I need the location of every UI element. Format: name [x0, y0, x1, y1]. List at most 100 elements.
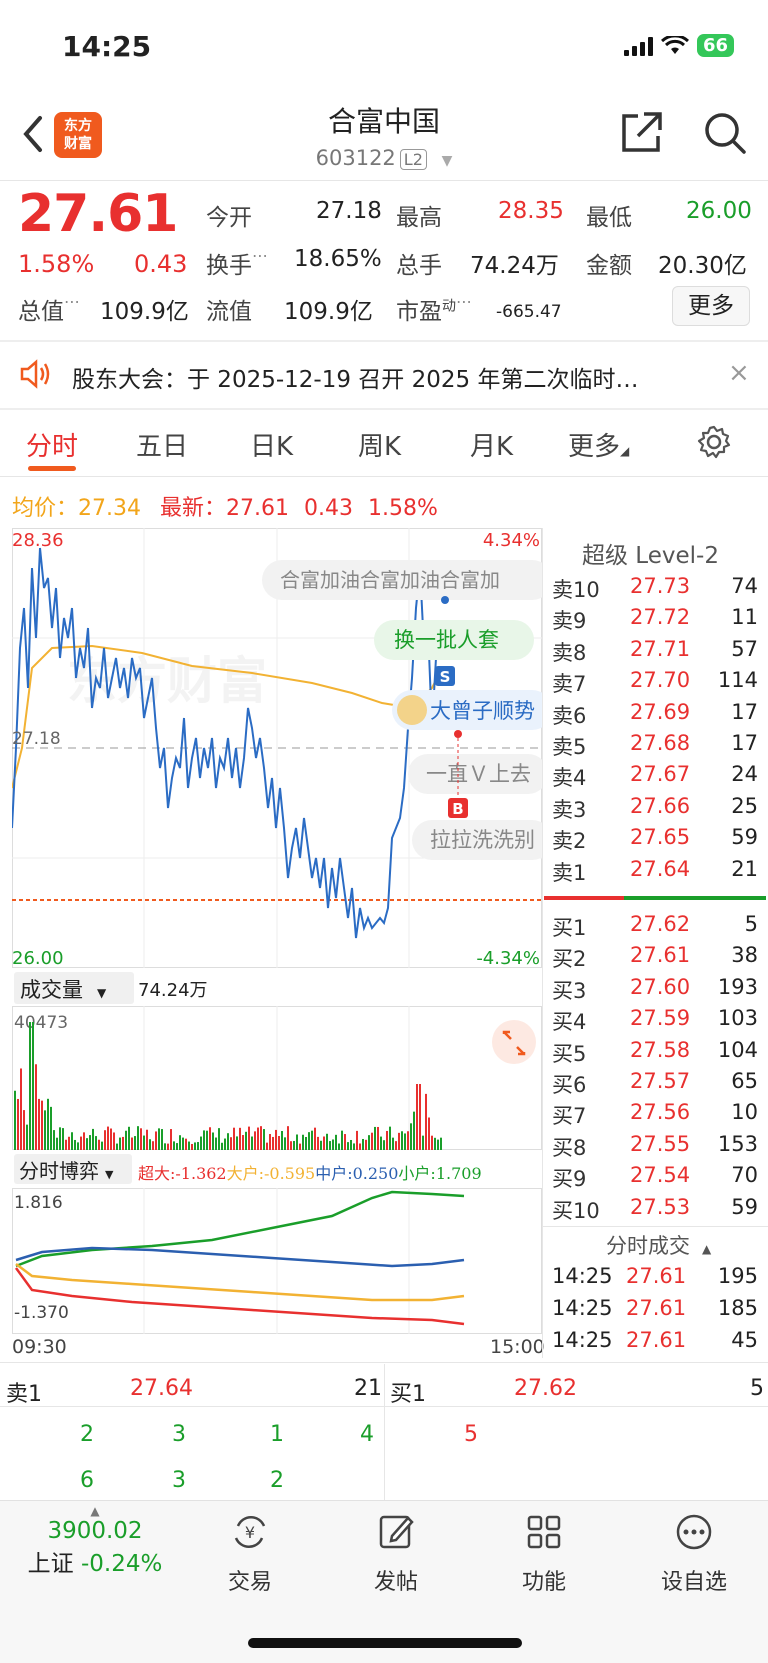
notice-text[interactable]: 股东大会：于 2025-12-19 召开 2025 年第二次临时…	[72, 360, 692, 394]
comment-bubble[interactable]: 拉拉洗洗别	[412, 820, 542, 860]
flow-indicator-select[interactable]: 分时博弈 ▼	[14, 1154, 132, 1184]
wifi-icon	[660, 35, 689, 54]
bid-level-price[interactable]: 27.56	[630, 1100, 690, 1124]
volume-bar	[200, 1136, 202, 1150]
volume-bar	[413, 1111, 415, 1150]
svg-text:¥: ¥	[245, 1523, 255, 1542]
volume-bar	[128, 1126, 130, 1150]
svg-text:换一批人套: 换一批人套	[394, 628, 499, 652]
nav-post[interactable]: 发帖	[346, 1512, 446, 1596]
price-max-label: 28.36	[12, 530, 64, 551]
search-icon[interactable]	[702, 110, 748, 156]
bid-level-price[interactable]: 27.58	[630, 1038, 690, 1062]
chevron-up-icon: ▲	[90, 1504, 100, 1518]
index-pct: -0.24%	[80, 1551, 163, 1577]
ticks-title[interactable]: 分时成交 ▲	[606, 1230, 711, 1260]
volume-bar	[290, 1141, 292, 1150]
volume-bar	[431, 1135, 433, 1150]
volume-bar	[272, 1136, 274, 1150]
ask-level-price[interactable]: 27.71	[630, 637, 690, 661]
volume-bar	[152, 1141, 154, 1150]
ask-level-price[interactable]: 27.70	[630, 668, 690, 692]
tab-fenshi[interactable]: 分时	[26, 426, 78, 463]
tab-day-k[interactable]: 日K	[250, 426, 293, 463]
tab-week-k[interactable]: 周K	[358, 426, 401, 463]
bid-ask-ratio-green	[624, 896, 766, 900]
high-label: 最高	[396, 205, 442, 231]
avatar	[397, 695, 427, 725]
volume-bar	[119, 1137, 121, 1150]
ask-level-volume: 25	[731, 793, 758, 818]
tick-price: 27.61	[626, 1328, 687, 1352]
ask-level-volume: 11	[731, 605, 758, 630]
tab-month-k[interactable]: 月K	[470, 426, 513, 463]
ask-level-price[interactable]: 27.64	[630, 857, 690, 881]
bid-level-price[interactable]: 27.57	[630, 1069, 690, 1093]
volume-bar	[194, 1142, 196, 1150]
price-change-pct: 1.58%	[18, 250, 95, 278]
volume-bar	[389, 1126, 391, 1150]
nav-trade[interactable]: ¥ 交易	[200, 1512, 300, 1596]
comment-bubble[interactable]: 换一批人套	[374, 620, 534, 660]
volume-bar	[191, 1143, 193, 1150]
ask-level-price[interactable]: 27.69	[630, 700, 690, 724]
ask-level-price[interactable]: 27.65	[630, 825, 690, 849]
bid-level-price[interactable]: 27.62	[630, 912, 690, 936]
tab-more[interactable]: 更多◢	[568, 426, 629, 463]
svg-text:B: B	[452, 800, 463, 818]
ask-level-price[interactable]: 27.72	[630, 605, 690, 629]
comment-bubble[interactable]: 合富加油合富加油合富加	[262, 560, 542, 600]
volume-bar	[338, 1143, 340, 1150]
more-quote-button[interactable]: 更多	[672, 286, 750, 326]
ask-level-price[interactable]: 27.73	[630, 574, 690, 598]
close-icon[interactable]: ×	[728, 358, 750, 388]
bid-level-price[interactable]: 27.53	[630, 1195, 690, 1219]
bid-level-price[interactable]: 27.55	[630, 1132, 690, 1156]
volume-bar	[17, 1098, 19, 1150]
tab-five-day[interactable]: 五日	[136, 426, 188, 463]
volume-bar	[203, 1130, 205, 1150]
volume-bar	[404, 1133, 406, 1150]
intraday-chart[interactable]: 东方财富 28.36 26.00 27.18 4.34% -4.34% 合富加油…	[12, 528, 542, 968]
volume-bar	[38, 1098, 40, 1150]
nav-functions[interactable]: 功能	[494, 1512, 594, 1596]
high-value: 28.35	[498, 198, 564, 224]
tick-volume: 185	[717, 1296, 758, 1320]
index-widget[interactable]: ▲ 3900.02 上证 -0.24%	[20, 1504, 170, 1578]
ask-level-volume: 24	[731, 762, 758, 787]
nav-watchlist[interactable]: 设自选	[644, 1512, 744, 1596]
share-icon[interactable]	[618, 110, 664, 156]
volume-bar	[146, 1129, 148, 1150]
ask-level-price[interactable]: 27.68	[630, 731, 690, 755]
volume-bar	[212, 1132, 214, 1150]
bid-level-price[interactable]: 27.60	[630, 975, 690, 999]
info-icon: ⋯	[64, 292, 80, 311]
expand-icon[interactable]	[492, 1020, 536, 1064]
ask-level-label: 卖1	[552, 860, 587, 885]
bid-level-price[interactable]: 27.54	[630, 1163, 690, 1187]
ask-level-label: 卖6	[552, 703, 587, 728]
volume-bar	[149, 1139, 151, 1150]
volume-bar	[407, 1131, 409, 1150]
volume-indicator-select[interactable]: 成交量 ▼	[14, 972, 134, 1004]
settings-gear-icon[interactable]	[696, 424, 732, 460]
volume-bar	[218, 1128, 220, 1150]
bid-level-price[interactable]: 27.61	[630, 943, 690, 967]
status-time: 14:25	[62, 30, 152, 63]
ask-level-price[interactable]: 27.67	[630, 762, 690, 786]
volume-bar	[440, 1137, 442, 1150]
comment-bubble[interactable]: 一直Ｖ上去	[408, 754, 542, 794]
volume-bar	[80, 1136, 82, 1150]
volume-bar	[71, 1132, 73, 1150]
volume-bar	[167, 1143, 169, 1150]
volume-bar	[425, 1093, 427, 1150]
bid-level-label: 买2	[552, 947, 587, 972]
volume-bar	[383, 1140, 385, 1150]
volume-bar	[41, 1100, 43, 1150]
comment-bubble[interactable]: 大曾子顺势	[392, 690, 542, 730]
bid-level-price[interactable]: 27.59	[630, 1006, 690, 1030]
market-cap-value: 109.9亿	[100, 299, 189, 325]
ask-level-price[interactable]: 27.66	[630, 794, 690, 818]
trade-icon: ¥	[234, 1516, 266, 1548]
bottom-buy1-label: 买1	[390, 1382, 426, 1407]
